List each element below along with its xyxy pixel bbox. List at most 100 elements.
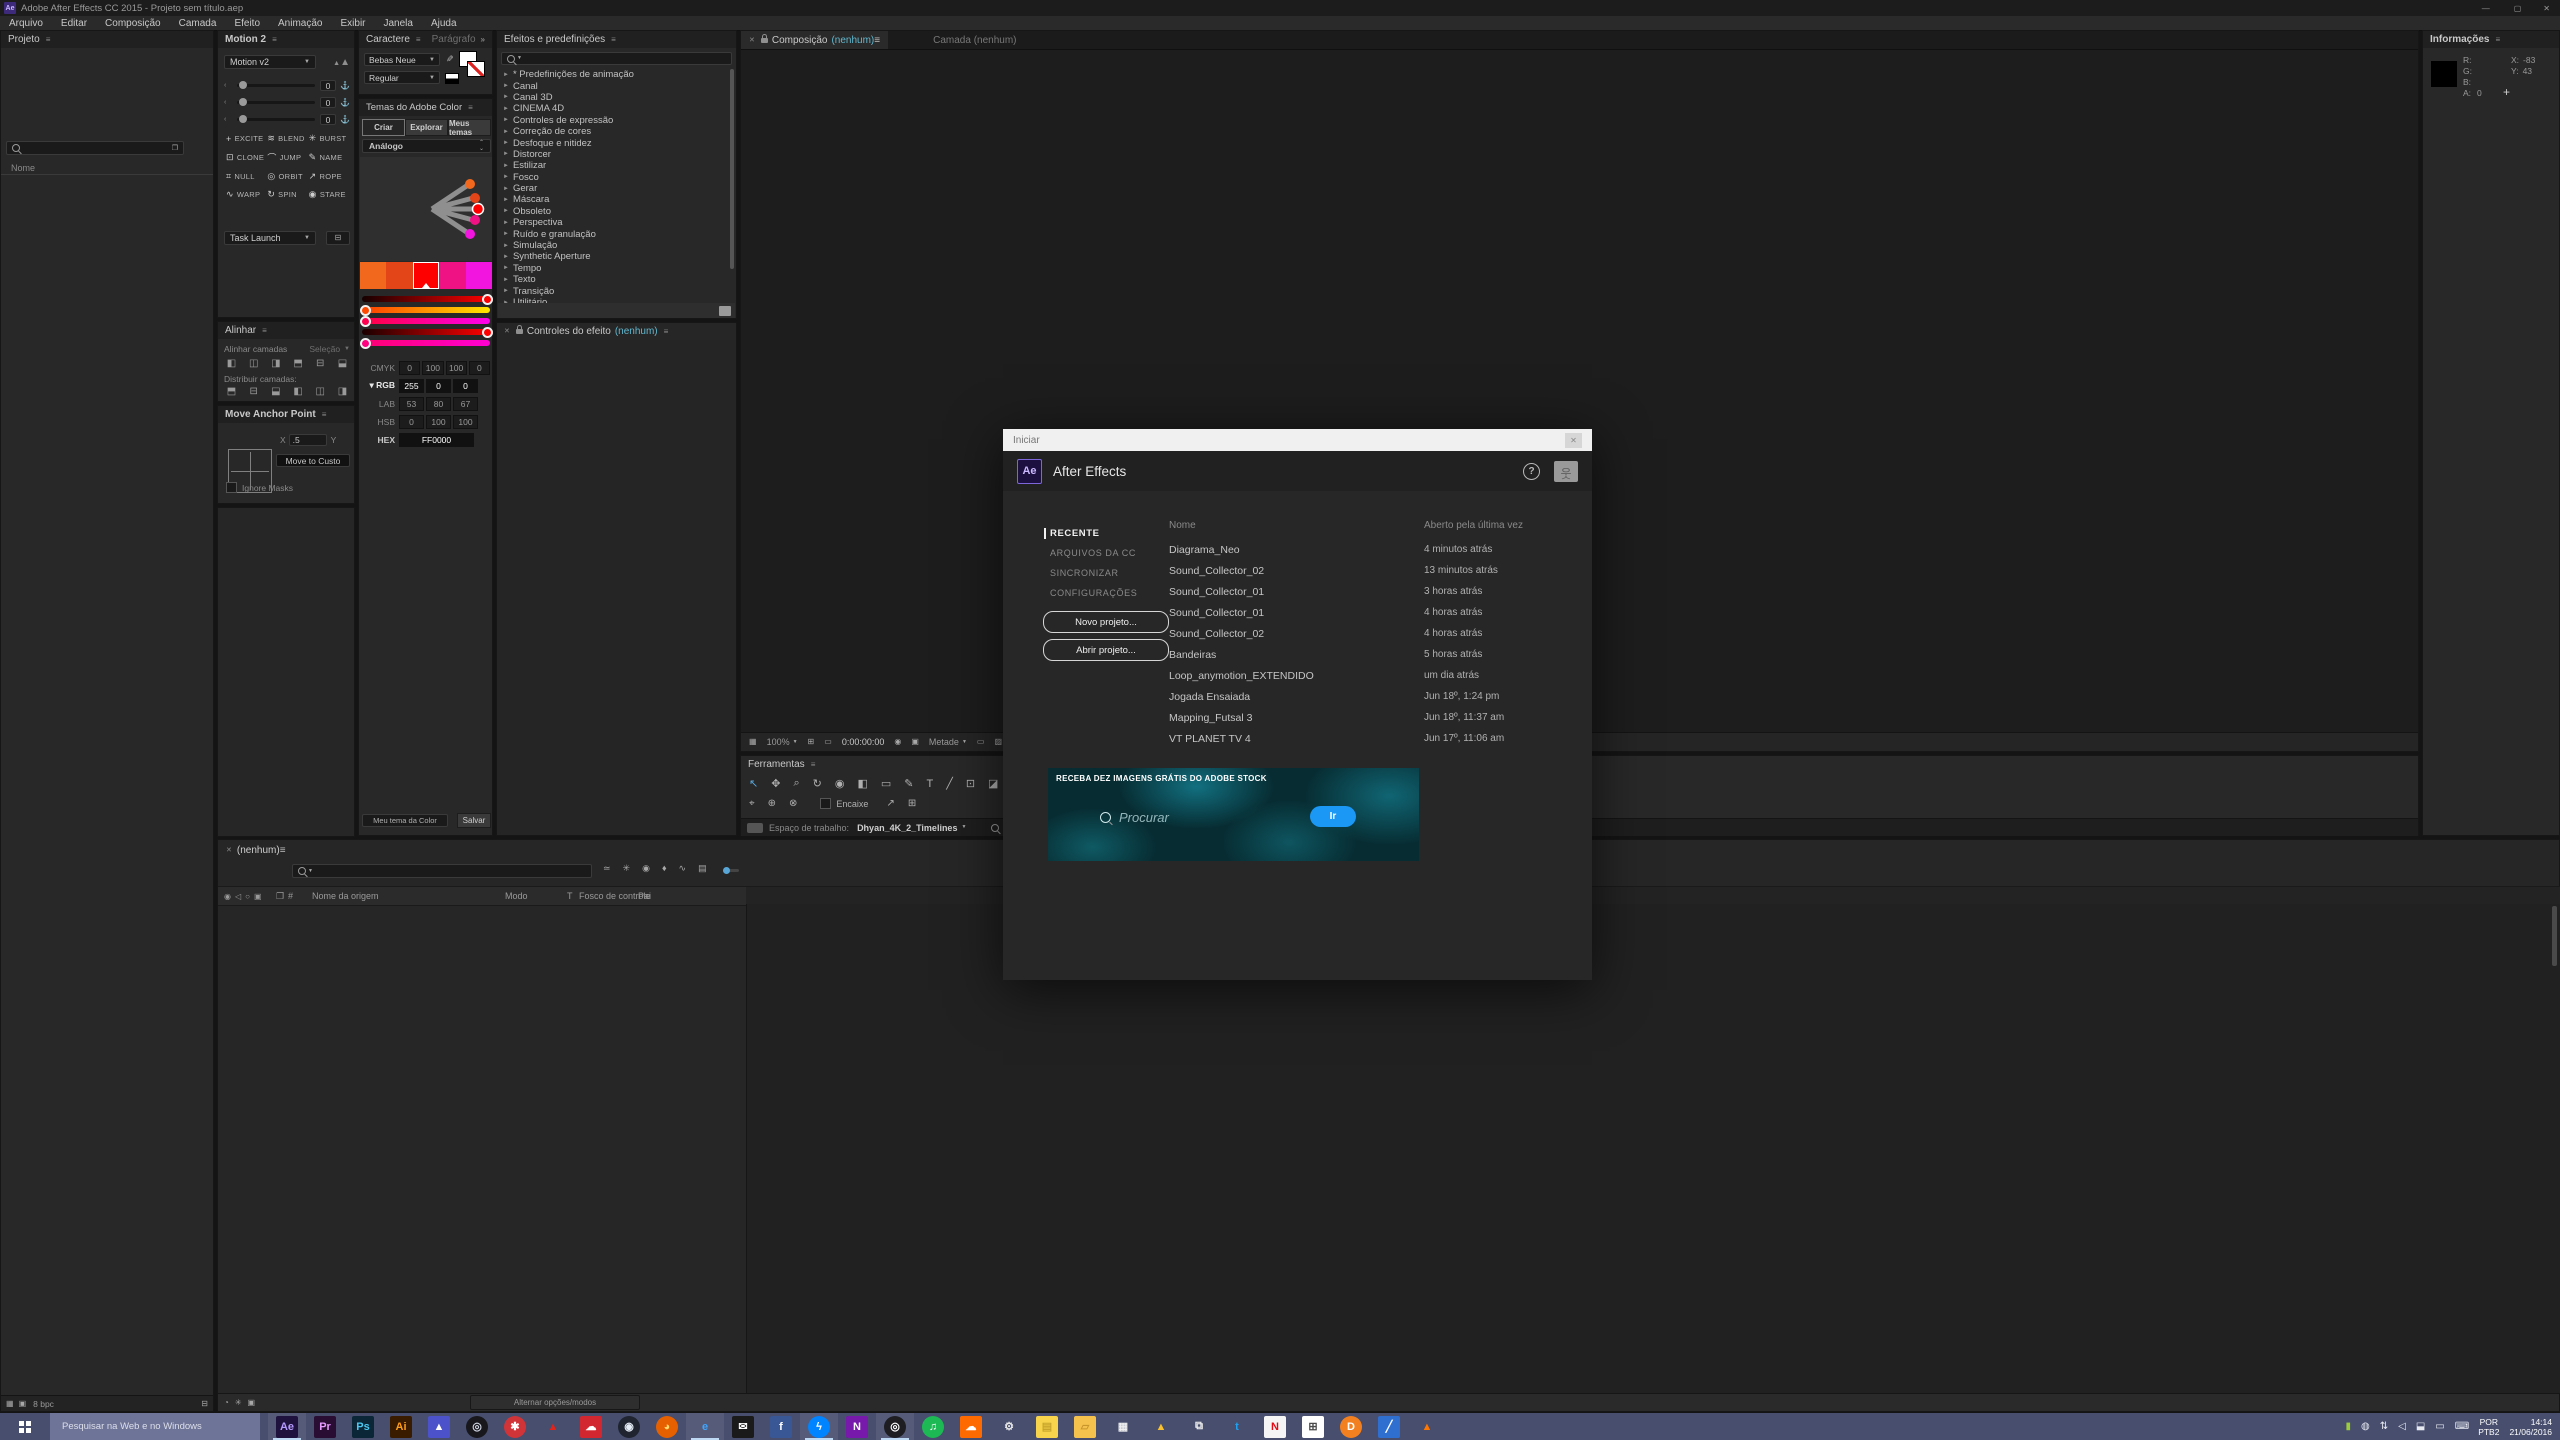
adobe-color-tab[interactable]: Explorar bbox=[405, 119, 448, 136]
selection-tool[interactable]: ↖ bbox=[749, 777, 758, 790]
panel-menu-icon[interactable]: ≡ bbox=[280, 845, 286, 856]
menu-item[interactable]: Camada bbox=[170, 18, 226, 29]
distribute-top-icon[interactable]: ⬒ bbox=[222, 386, 241, 397]
grid-options-icon[interactable]: ▦ bbox=[749, 738, 757, 746]
color-swatch[interactable] bbox=[466, 262, 492, 289]
slider-knob[interactable] bbox=[360, 305, 371, 316]
motion-preset-dropdown[interactable]: Motion v2 ▼ bbox=[224, 55, 316, 69]
panel-menu-icon[interactable]: ≡ bbox=[416, 35, 421, 44]
close-icon[interactable]: ✕ bbox=[749, 37, 755, 44]
align-panel-tab[interactable]: Alinhar ≡ bbox=[218, 322, 354, 339]
effects-category-row[interactable]: ► Gerar bbox=[499, 183, 729, 194]
character-tab-label[interactable]: Caractere bbox=[366, 34, 410, 45]
hand-tool[interactable]: ✥ bbox=[771, 777, 780, 790]
effects-category-row[interactable]: ► Fosco bbox=[499, 172, 729, 183]
maximize-button[interactable]: ▢ bbox=[2502, 4, 2534, 13]
expand-arrow-icon[interactable]: ► bbox=[503, 277, 509, 283]
recent-file-row[interactable]: Sound_Collector_01 4 horas atrás bbox=[1169, 602, 1569, 623]
align-center-h-icon[interactable]: ◫ bbox=[244, 358, 263, 369]
effects-category-row[interactable]: ► Simulação bbox=[499, 240, 729, 251]
effects-category-row[interactable]: ► Desfoque e nitidez bbox=[499, 137, 729, 148]
solo-column-icon[interactable]: ○ bbox=[245, 892, 250, 901]
panel-menu-icon[interactable]: ≡ bbox=[468, 103, 473, 112]
panel-menu-icon[interactable]: ≡ bbox=[811, 760, 816, 769]
expand-arrow-icon[interactable]: ► bbox=[503, 129, 509, 135]
move-to-custom-button[interactable]: Move to Custo bbox=[276, 454, 350, 467]
ignore-masks-checkbox[interactable] bbox=[226, 482, 237, 493]
motion-tool-button[interactable]: ◎ ORBIT bbox=[267, 171, 308, 182]
rgb-label[interactable]: ▾ RGB bbox=[361, 380, 399, 391]
sidebar-item[interactable]: SINCRONIZAR bbox=[1044, 563, 1137, 583]
keyboard-icon[interactable]: ⌨ bbox=[2455, 1421, 2469, 1432]
orange-play-app[interactable]: D bbox=[1332, 1413, 1370, 1440]
expand-arrow-icon[interactable]: ► bbox=[503, 72, 509, 78]
minimize-button[interactable]: — bbox=[2470, 4, 2502, 13]
sidebar-item[interactable]: RECENTE bbox=[1044, 523, 1137, 543]
expand-arrow-icon[interactable]: ► bbox=[503, 197, 509, 203]
rgb-r-value[interactable]: 255 bbox=[399, 379, 424, 393]
pen-tool[interactable]: ✎ bbox=[904, 777, 913, 790]
motion-tool-button[interactable]: ↗ ROPE bbox=[309, 171, 350, 182]
parent-column[interactable]: Pai bbox=[638, 887, 651, 905]
task-delete-button[interactable]: ⊟ bbox=[326, 231, 350, 245]
expand-arrow-icon[interactable]: ► bbox=[503, 231, 509, 237]
hsb-h-value[interactable]: 0 bbox=[399, 415, 424, 429]
expand-arrow-icon[interactable]: ► bbox=[503, 140, 509, 146]
safe-areas-icon[interactable]: ⊞ bbox=[808, 738, 815, 746]
messenger[interactable]: ϟ bbox=[800, 1413, 838, 1440]
mode-column[interactable]: Modo bbox=[505, 887, 528, 905]
recent-file-row[interactable]: Diagrama_Neo 4 minutos atrás bbox=[1169, 539, 1569, 560]
recent-file-row[interactable]: VT PLANET TV 4 Jun 17º, 11:06 am bbox=[1169, 728, 1569, 749]
lock-icon[interactable] bbox=[516, 329, 523, 334]
after-effects[interactable]: Ae bbox=[268, 1413, 306, 1440]
paragraph-tab-label[interactable]: Parágrafo bbox=[432, 34, 476, 45]
snap-checkbox[interactable] bbox=[820, 798, 831, 809]
adobe-color-tab[interactable]: Criar bbox=[362, 119, 405, 136]
volume-icon[interactable]: ◁ bbox=[2398, 1421, 2406, 1432]
vlc[interactable]: ▲ bbox=[1408, 1413, 1446, 1440]
recorder-app[interactable]: ◎ bbox=[876, 1413, 914, 1440]
color-slider[interactable] bbox=[360, 316, 492, 327]
effect-controls-tab[interactable]: ✕ Controles do efeito (nenhum) ≡ bbox=[497, 323, 736, 340]
recent-file-row[interactable]: Sound_Collector_01 3 horas atrás bbox=[1169, 581, 1569, 602]
panel-menu-icon[interactable]: ≡ bbox=[262, 326, 267, 335]
motion2-panel-tab[interactable]: Motion 2 ≡ bbox=[218, 31, 354, 48]
eraser-tool[interactable]: ◪ bbox=[988, 777, 998, 790]
color-slider[interactable] bbox=[360, 338, 492, 349]
slider-track[interactable] bbox=[237, 101, 315, 104]
trkmat-t-column[interactable]: T bbox=[567, 887, 573, 905]
menu-item[interactable]: Arquivo bbox=[0, 18, 52, 29]
expand-arrow-icon[interactable]: ► bbox=[503, 186, 509, 192]
local-axis-tool[interactable]: ⌖ bbox=[749, 798, 755, 809]
dialog-close-button[interactable]: ✕ bbox=[1565, 433, 1582, 448]
hsb-s-value[interactable]: 100 bbox=[426, 415, 451, 429]
project-thumbnail-view-icon[interactable]: ▦ bbox=[6, 1400, 14, 1408]
font-family-dropdown[interactable]: Bebas Neue ▼ bbox=[364, 53, 440, 66]
hsb-b-value[interactable]: 100 bbox=[453, 415, 478, 429]
expand-arrow-icon[interactable]: ► bbox=[503, 117, 509, 123]
close-icon[interactable]: ✕ bbox=[504, 328, 510, 335]
expand-arrow-icon[interactable]: ► bbox=[503, 254, 509, 260]
lock-icon[interactable] bbox=[761, 38, 768, 43]
cmyk-y-value[interactable]: 100 bbox=[446, 361, 467, 375]
expand-arrow-icon[interactable]: ► bbox=[503, 288, 509, 294]
steam[interactable]: ◉ bbox=[610, 1413, 648, 1440]
font-style-dropdown[interactable]: Regular ▼ bbox=[364, 71, 440, 84]
frame-blending-icon[interactable]: ✳ bbox=[623, 864, 631, 873]
project-filter-icon[interactable]: ❐ bbox=[172, 145, 178, 152]
panel-menu-icon[interactable]: ≡ bbox=[272, 35, 277, 44]
project-columns-header[interactable]: Nome bbox=[1, 161, 213, 175]
source-name-column[interactable]: Nome da origem bbox=[312, 887, 379, 905]
resize-grip-icon[interactable] bbox=[719, 306, 731, 316]
lab-b-value[interactable]: 67 bbox=[453, 397, 478, 411]
start-button[interactable] bbox=[0, 1413, 50, 1440]
slider-option-icon[interactable]: ⚓ bbox=[340, 99, 350, 107]
slider-track[interactable] bbox=[237, 118, 315, 121]
task-launch-dropdown[interactable]: Task Launch ▼ bbox=[224, 231, 316, 245]
cmyk-c-value[interactable]: 0 bbox=[399, 361, 420, 375]
small-fill-swatch[interactable] bbox=[445, 73, 459, 84]
motion-blur-toggle-icon[interactable]: ✳ bbox=[235, 1399, 242, 1407]
close-button[interactable]: ✕ bbox=[2533, 4, 2560, 13]
blue-media-app[interactable]: ▲ bbox=[420, 1413, 458, 1440]
mask-visibility-icon[interactable]: ▭ bbox=[824, 738, 832, 746]
